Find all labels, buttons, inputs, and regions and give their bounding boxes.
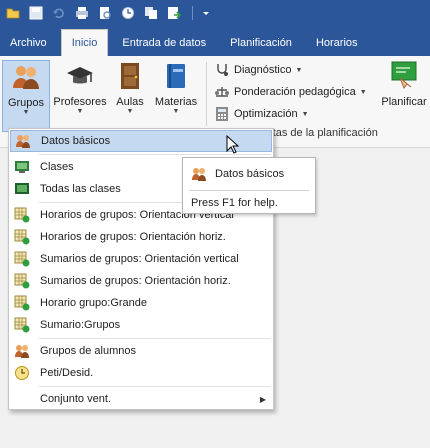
folder-icon[interactable] — [4, 4, 22, 22]
quick-access-toolbar — [0, 0, 430, 26]
menu-item-peti-desid[interactable]: Peti/Desid. — [10, 362, 272, 384]
menu-item-label: Sumarios de grupos: Orientación vertical — [40, 253, 239, 265]
menu-item-label: Sumarios de grupos: Orientación horiz. — [40, 275, 231, 287]
menu-item-sumarios-horiz[interactable]: Sumarios de grupos: Orientación horiz. — [10, 270, 272, 292]
calculator-icon — [214, 106, 230, 122]
menu-item-label: Sumario:Grupos — [40, 319, 121, 331]
chevron-down-icon: ▼ — [126, 108, 134, 115]
classes-icon — [14, 159, 30, 175]
tooltip-title: Datos básicos — [191, 166, 284, 182]
door-icon — [114, 60, 146, 92]
diagnostico-button[interactable]: Diagnóstico ▼ — [214, 60, 302, 80]
profesores-label: Profesores — [53, 96, 107, 108]
timetable-icon — [14, 229, 30, 245]
customize-icon[interactable] — [197, 4, 215, 22]
book-icon — [160, 60, 192, 92]
menu-item-label: Grupos de alumnos — [40, 345, 136, 357]
chevron-down-icon: ▼ — [22, 109, 30, 116]
clock-icon — [14, 365, 30, 381]
chevron-down-icon: ▼ — [172, 108, 180, 115]
chevron-down-icon: ▼ — [359, 88, 367, 96]
menu-item-label: Clases — [40, 161, 74, 173]
chevron-right-icon: ▶ — [259, 394, 266, 404]
print-preview-icon[interactable] — [96, 4, 114, 22]
menu-item-label: Datos básicos — [41, 135, 111, 147]
tab-horarios[interactable]: Horarios — [306, 30, 368, 56]
menu-item-sumario-grupos[interactable]: Sumario:Grupos — [10, 314, 272, 336]
toolbar-separator — [192, 6, 193, 20]
tooltip: Datos básicos Press F1 for help. — [182, 157, 316, 214]
diagnostico-label: Diagnóstico — [234, 64, 292, 76]
groups-icon — [10, 61, 42, 93]
optimizacion-label: Optimización — [234, 108, 298, 120]
profesores-button[interactable]: Profesores ▼ — [52, 60, 108, 118]
save-icon[interactable] — [27, 4, 45, 22]
menu-item-grupos-de-alumnos[interactable]: Grupos de alumnos — [10, 340, 272, 362]
undo-icon[interactable] — [50, 4, 68, 22]
ribbon-tabs: Archivo Inicio Entrada de datos Planific… — [0, 26, 430, 56]
materias-button[interactable]: Materias ▼ — [152, 60, 200, 118]
menu-item-sumarios-vertical[interactable]: Sumarios de grupos: Orientación vertical — [10, 248, 272, 270]
timetable-icon — [14, 317, 30, 333]
ribbon-group-label: ientas de la planificación — [258, 127, 378, 139]
ponderacion-label: Ponderación pedagógica — [234, 86, 356, 98]
menu-item-label: Horario grupo:Grande — [40, 297, 148, 309]
tooltip-help-text: Press F1 for help. — [191, 197, 278, 209]
mouse-cursor-icon — [226, 135, 240, 154]
tooltip-separator — [189, 190, 309, 191]
timer-icon[interactable] — [119, 4, 137, 22]
planning-board-icon — [388, 60, 420, 92]
all-classes-icon — [14, 181, 30, 197]
ponderacion-button[interactable]: Ponderación pedagógica ▼ — [214, 82, 367, 102]
tab-inicio[interactable]: Inicio — [60, 29, 109, 56]
menu-item-horario-grupo-grande[interactable]: Horario grupo:Grande — [10, 292, 272, 314]
weighting-icon — [214, 84, 230, 100]
grupos-label: Grupos — [7, 97, 45, 109]
chevron-down-icon: ▼ — [301, 110, 309, 118]
groups-icon — [15, 133, 31, 149]
export-icon[interactable] — [165, 4, 183, 22]
timetable-icon — [14, 251, 30, 267]
menu-item-conjunto-vent[interactable]: Conjunto vent. ▶ — [10, 388, 272, 410]
grupos-button[interactable]: Grupos ▼ — [2, 60, 50, 132]
menu-separator — [39, 338, 271, 339]
menu-item-label: Peti/Desid. — [40, 367, 94, 379]
ribbon-separator — [206, 62, 207, 126]
timetable-icon — [14, 273, 30, 289]
tab-planificacion[interactable]: Planificación — [220, 30, 302, 56]
tab-entrada-de-datos[interactable]: Entrada de datos — [112, 30, 216, 56]
stethoscope-icon — [214, 62, 230, 78]
print-icon[interactable] — [73, 4, 91, 22]
tab-archivo[interactable]: Archivo — [0, 30, 57, 56]
aulas-label: Aulas — [116, 96, 144, 108]
timetable-icon — [14, 207, 30, 223]
menu-item-horarios-horiz[interactable]: Horarios de grupos: Orientación horiz. — [10, 226, 272, 248]
tooltip-title-text: Datos básicos — [215, 168, 285, 180]
menu-item-label: Todas las clases — [40, 183, 121, 195]
menu-item-label: Conjunto vent. — [40, 393, 111, 405]
teacher-cap-icon — [64, 60, 96, 92]
chevron-down-icon: ▼ — [76, 108, 84, 115]
menu-separator — [39, 386, 271, 387]
aulas-button[interactable]: Aulas ▼ — [112, 60, 148, 118]
timetable-icon — [14, 295, 30, 311]
copy-icon[interactable] — [142, 4, 160, 22]
groups-icon — [191, 166, 207, 182]
planificar-label: Planificar — [381, 96, 427, 108]
chevron-down-icon: ▼ — [295, 66, 303, 74]
menu-item-label: Horarios de grupos: Orientación horiz. — [40, 231, 226, 243]
planificar-button[interactable]: Planificar — [378, 60, 430, 118]
materias-label: Materias — [154, 96, 198, 108]
optimizacion-button[interactable]: Optimización ▼ — [214, 104, 309, 124]
student-groups-icon — [14, 343, 30, 359]
